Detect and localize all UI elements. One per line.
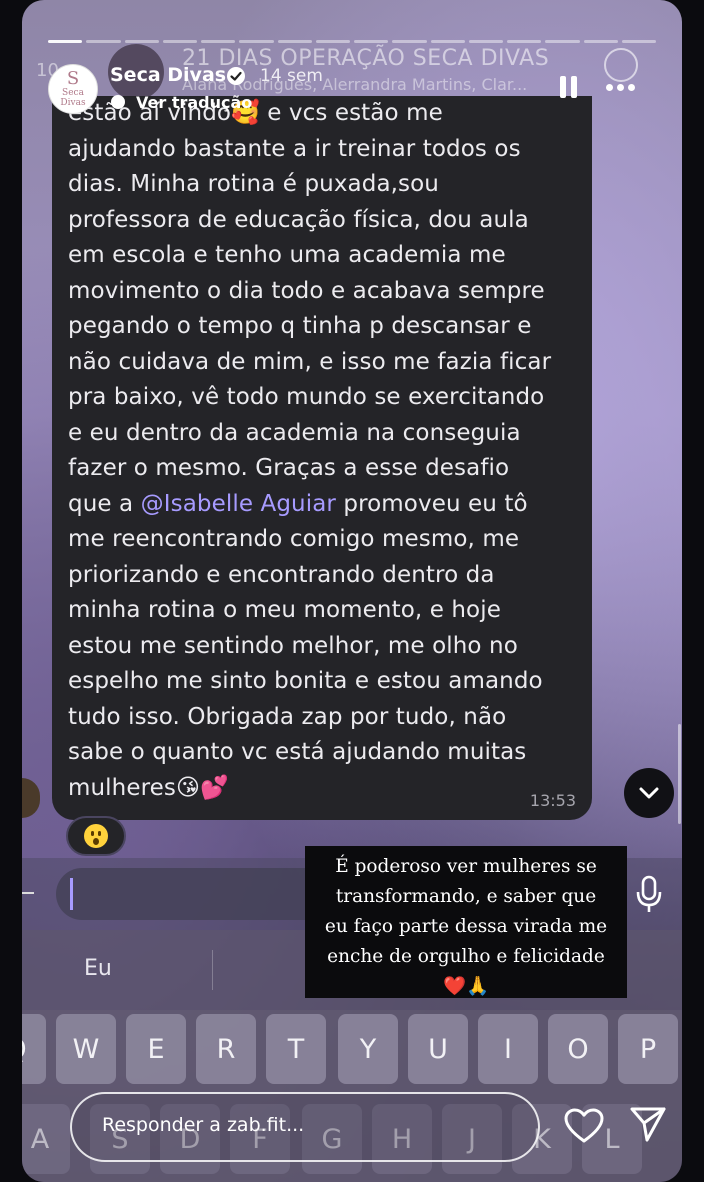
progress-segment <box>86 40 121 43</box>
message-line: sabe o quanto vc está ajudando muitas <box>68 739 527 765</box>
send-icon[interactable] <box>628 1104 668 1144</box>
reply-input[interactable]: Responder a zab.fit... <box>70 1092 540 1162</box>
more-options-button[interactable] <box>606 84 635 91</box>
key-r[interactable]: R <box>196 1014 256 1084</box>
dot-icon <box>606 84 613 91</box>
progress-segment <box>621 40 656 43</box>
message-line: pra baixo, vê todo mundo se exercitando <box>68 384 545 410</box>
message-reaction[interactable] <box>66 816 126 856</box>
message-line: mulheres😘💕 <box>68 774 229 801</box>
key-u[interactable]: U <box>408 1014 468 1084</box>
key-q[interactable]: Q <box>22 1014 46 1084</box>
key-i[interactable]: I <box>478 1014 538 1084</box>
message-fragment: que a <box>68 490 141 517</box>
message-line: professora de educação física, dou aula <box>68 206 529 233</box>
message-line: me reencontrando comigo mesmo, me <box>68 526 520 552</box>
sender-avatar <box>22 778 40 818</box>
verified-badge-icon <box>227 67 245 85</box>
chat-scrollbar[interactable] <box>678 724 681 824</box>
chevron-down-icon <box>639 787 659 799</box>
message-line: pegando o tempo q tinha p descansar e <box>68 313 532 339</box>
like-heart-icon[interactable] <box>564 1108 604 1144</box>
mention-link[interactable]: @Isabelle Aguiar <box>141 491 336 517</box>
story-caption: É poderoso ver mulheres se transformando… <box>305 846 627 998</box>
progress-segment <box>277 40 312 43</box>
suggestion-divider <box>212 950 213 990</box>
scroll-down-button[interactable] <box>624 768 674 818</box>
message-text: estão aí vindo🥰 e vcs estão me ajudando … <box>68 96 584 806</box>
message-line: e eu dentro da academia na conseguia <box>68 419 521 446</box>
progress-segment <box>315 40 350 43</box>
progress-segment <box>162 40 197 43</box>
key-p[interactable]: P <box>618 1014 678 1084</box>
progress-segment <box>48 40 83 43</box>
audio-indicator-icon <box>604 48 638 82</box>
story-viewer: 10 21 DIAS OPERAÇÃO SECA DIVAS Alana Rod… <box>22 0 682 1182</box>
message-line: ajudando bastante a ir treinar todos os <box>68 135 521 162</box>
story-time: 14 sem <box>260 66 323 86</box>
dot-icon <box>628 84 635 91</box>
surprised-face-icon <box>84 824 108 848</box>
key-w[interactable]: W <box>56 1014 116 1084</box>
caption-line: É poderoso ver mulheres se <box>335 856 597 877</box>
message-bubble: estão aí vindo🥰 e vcs estão me ajudando … <box>52 96 592 820</box>
pause-button[interactable] <box>560 76 578 100</box>
progress-segment <box>392 40 427 43</box>
key-e[interactable]: E <box>126 1014 186 1084</box>
avatar-monogram: S <box>66 68 80 89</box>
progress-segment <box>354 40 389 43</box>
translate-button[interactable]: Ver tradução <box>136 93 252 112</box>
key-a[interactable]: A <box>22 1104 70 1174</box>
progress-segment <box>430 40 465 43</box>
progress-segment <box>468 40 503 43</box>
suggestion-word[interactable]: Eu <box>84 956 112 981</box>
message-line: em escola e tenho uma academia me <box>68 242 506 268</box>
key-y[interactable]: Y <box>338 1014 398 1084</box>
pause-icon <box>571 76 577 98</box>
story-progress <box>48 40 656 43</box>
progress-segment <box>583 40 618 43</box>
translate-icon <box>111 95 125 109</box>
message-line: que a @Isabelle Aguiar promoveu eu tô <box>68 487 584 523</box>
message-line: dias. Minha rotina é puxada,sou <box>68 171 439 197</box>
message-timestamp: 13:53 <box>529 791 576 810</box>
message-line: tudo isso. Obrigada zap por tudo, não <box>68 703 507 730</box>
profile-avatar[interactable]: S Seca Divas <box>48 64 98 114</box>
progress-segment <box>124 40 159 43</box>
dot-icon <box>617 84 624 91</box>
progress-segment <box>507 40 542 43</box>
story-username[interactable]: Seca Divas <box>110 64 226 86</box>
caption-line: transformando, e saber que <box>335 886 597 907</box>
reply-placeholder: Responder a zab.fit... <box>102 1114 305 1136</box>
progress-segment <box>201 40 236 43</box>
pause-icon <box>560 76 566 98</box>
text-caret <box>70 878 73 910</box>
caption-line: enche de orgulho e felicidade <box>327 946 605 967</box>
progress-segment <box>545 40 580 43</box>
message-line: estou me sentindo melhor, me olho no <box>68 632 518 659</box>
message-line: espelho me sinto bonita e estou amando <box>68 668 543 694</box>
caption-line: ❤️🙏 <box>442 976 490 997</box>
avatar-text: Divas <box>60 98 86 108</box>
message-fragment: promoveu eu tô <box>335 490 528 517</box>
caption-line: eu faço parte dessa virada me <box>324 916 608 937</box>
composer-divider <box>22 892 34 894</box>
microphone-icon[interactable] <box>634 874 664 914</box>
message-line: priorizando e encontrando dentro da <box>68 561 495 588</box>
message-line: não cuidava de mim, e isso me fazia fica… <box>68 348 552 375</box>
message-line: movimento o dia todo e acabava sempre <box>68 277 545 304</box>
message-line: minha rotina o meu momento, e hoje <box>68 597 501 623</box>
key-o[interactable]: O <box>548 1014 608 1084</box>
message-line: fazer o mesmo. Graças a esse desafio <box>68 455 510 481</box>
progress-segment <box>239 40 274 43</box>
key-t[interactable]: T <box>266 1014 326 1084</box>
avatar-text: Seca <box>62 88 84 98</box>
